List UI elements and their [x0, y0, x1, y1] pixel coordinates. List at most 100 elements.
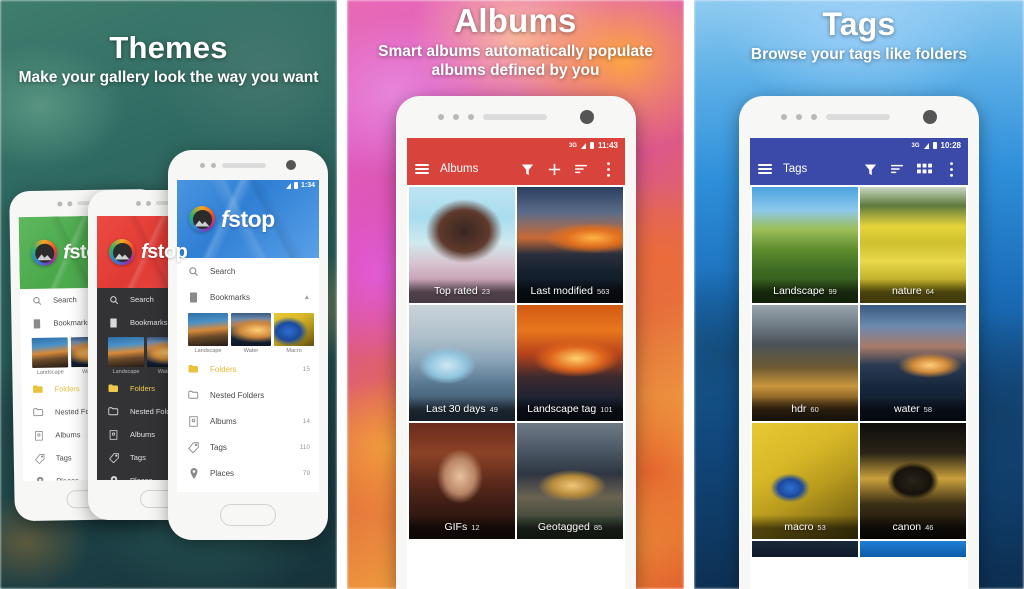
search-icon [108, 294, 119, 305]
tag-cell[interactable]: nature 64 [860, 187, 966, 303]
drawer-item-bookmarks[interactable]: Bookmarks ▲ [177, 284, 319, 310]
drawer-item-label: Places [56, 476, 79, 482]
tag-caption: Landscape 99 [752, 279, 858, 303]
sensor-dot-icon [438, 114, 444, 120]
album-count: 85 [593, 522, 603, 532]
album-icon [188, 415, 199, 427]
album-cell[interactable]: Geotagged 85 [517, 423, 623, 539]
folder-icon [108, 383, 119, 394]
tag-cell[interactable]: macro 53 [752, 423, 858, 539]
drawer-item-nested-folders[interactable]: Nested Folders [177, 382, 319, 408]
drawer-item-count: 14 [302, 417, 310, 425]
page-title: Tags [822, 6, 896, 42]
tag-cell[interactable]: canon 46 [860, 423, 966, 539]
tag-caption: canon 46 [860, 515, 966, 539]
thumbnail-label: Landscape [36, 369, 64, 376]
toolbar: Tags [750, 153, 968, 185]
drawer-item-albums[interactable]: Albums 14 [177, 408, 319, 434]
nested-folder-icon [33, 407, 44, 418]
hamburger-menu-icon[interactable] [758, 162, 772, 177]
tag-cell-partial[interactable] [752, 541, 858, 557]
album-cell[interactable]: Last modified 563 [517, 187, 623, 303]
thumbnail-label: Macro [286, 348, 302, 354]
album-label: Landscape tag [527, 403, 597, 415]
tag-cell[interactable]: Landscape 99 [752, 187, 858, 303]
album-cell[interactable]: GIFs 12 [409, 423, 515, 539]
sensor-dot-icon [200, 162, 205, 168]
folder-icon [188, 364, 199, 375]
drawer-item-label: Folders [54, 384, 80, 394]
collapse-chevron-icon[interactable]: ▲ [304, 294, 319, 301]
tag-cell-partial[interactable] [860, 541, 966, 557]
drawer-item-label: Tags [130, 453, 146, 462]
album-cell[interactable]: Landscape tag 101 [517, 305, 623, 421]
album-cell[interactable]: Last 30 days 49 [409, 305, 515, 421]
home-button[interactable] [220, 504, 276, 526]
bookmark-thumb[interactable]: Landscape [31, 337, 69, 376]
drawer-item-label: Search [52, 295, 77, 305]
thumbnail-label: Landscape [112, 369, 140, 375]
hamburger-menu-icon[interactable] [415, 162, 429, 177]
phone-albums: 3G 11:43 Albums Top rated 23 Last modifi… [396, 96, 636, 589]
sort-icon[interactable] [572, 160, 590, 178]
bookmark-icon [31, 318, 42, 329]
drawer-item-label: Tags [210, 442, 227, 452]
panel-albums-heading: Albums Smart albums automatically popula… [347, 3, 684, 80]
thumbnail-label: Landscape [194, 348, 222, 354]
bookmark-thumb[interactable]: Water [231, 313, 271, 354]
bookmark-thumb[interactable]: Landscape [108, 337, 144, 375]
front-camera-icon [923, 110, 937, 124]
folder-icon [32, 384, 43, 395]
sort-icon[interactable] [888, 160, 906, 178]
drawer-item-label: Bookmarks [210, 292, 251, 302]
page-subtitle: Browse your tags like folders [750, 45, 968, 63]
drawer-item-tags[interactable]: Tags 110 [177, 434, 319, 460]
bookmark-icon [108, 317, 119, 328]
panel-themes-heading: Themes Make your gallery look the way yo… [0, 30, 337, 87]
plus-icon[interactable] [545, 160, 563, 178]
thumbnail-label: Water [243, 348, 259, 354]
overflow-icon[interactable] [599, 160, 617, 178]
album-count: 49 [489, 404, 498, 414]
tag-cell[interactable]: hdr 60 [752, 305, 858, 421]
album-label: Top rated [433, 285, 478, 297]
album-count: 101 [600, 404, 613, 414]
bookmark-thumb[interactable]: Macro [274, 313, 314, 354]
drawer-item-label: Albums [210, 416, 237, 426]
drawer-item-label: Search [130, 295, 154, 304]
earpiece-grille [222, 162, 266, 168]
drawer-item-label: Search [210, 266, 236, 276]
album-label: GIFs [444, 521, 468, 533]
page-title: Themes [109, 30, 228, 65]
tag-caption: hdr 60 [752, 397, 858, 421]
overflow-icon[interactable] [942, 160, 960, 178]
tag-count: 46 [925, 522, 934, 532]
tag-label: nature [891, 285, 922, 297]
bookmark-thumb[interactable]: Landscape [188, 313, 228, 354]
drawer-item-folders[interactable]: Folders 15 [177, 356, 319, 382]
album-caption: Last 30 days 49 [409, 397, 515, 421]
bookmark-icon [188, 292, 199, 303]
album-cell[interactable]: Top rated 23 [409, 187, 515, 303]
grid-view-icon[interactable] [915, 160, 933, 178]
phone-screen-albums: 3G 11:43 Albums Top rated 23 Last modifi… [407, 138, 625, 589]
tag-count: 53 [817, 522, 826, 532]
app-bar: 3G 11:43 Albums [407, 138, 625, 185]
drawer-item-count: 79 [302, 469, 310, 477]
drawer-item-label: Folders [130, 384, 156, 393]
sensor-dot-icon [468, 114, 474, 120]
filter-icon[interactable] [518, 160, 536, 178]
sensor-dot-icon [146, 200, 151, 206]
filter-icon[interactable] [861, 160, 879, 178]
drawer-item-label: Bookmarks [53, 317, 92, 328]
drawer-item-search[interactable]: Search [177, 258, 319, 284]
thumbnail-image [108, 337, 144, 367]
album-label: Last 30 days [426, 403, 486, 415]
signal-icon [923, 142, 929, 149]
tag-cell[interactable]: water 58 [860, 305, 966, 421]
drawer-item-places[interactable]: Places 79 [177, 460, 319, 486]
sensor-dot-icon [57, 200, 63, 206]
tag-thumbnail [860, 541, 966, 557]
status-bar: 3G 11:43 [407, 138, 625, 153]
toolbar-title: Albums [440, 163, 479, 175]
